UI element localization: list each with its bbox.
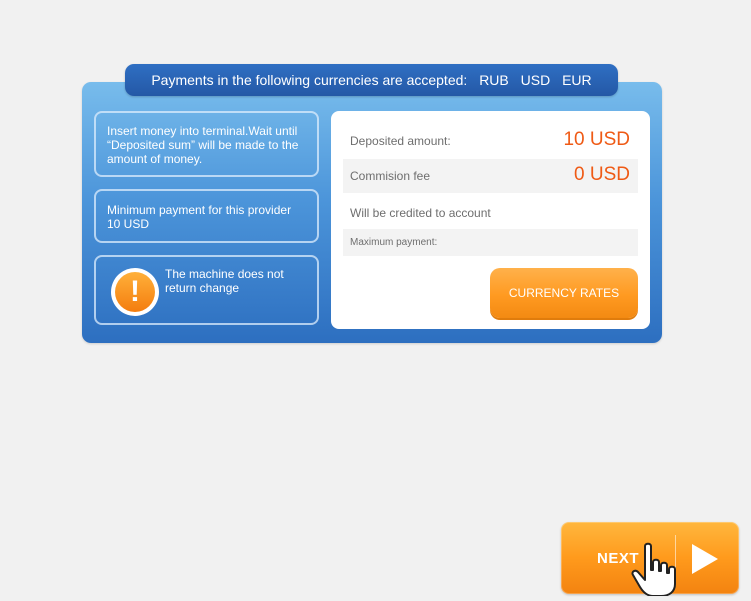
deposited-amount-label: Deposited amount: <box>350 134 451 148</box>
exclamation-warning-icon: ! <box>111 268 159 316</box>
deposited-amount-row: Deposited amount: 10 USD <box>343 123 638 159</box>
insert-money-text: Insert money into terminal.Wait until “D… <box>107 124 299 166</box>
insert-money-info: Insert money into terminal.Wait until “D… <box>94 111 319 177</box>
next-button[interactable]: NEXT <box>561 522 739 596</box>
no-change-text: The machine does not return change <box>165 267 284 295</box>
deposited-amount-value: 10 USD <box>563 129 630 150</box>
warning-glyph: ! <box>115 272 155 312</box>
payment-summary-card: Deposited amount: 10 USD Commision fee 0… <box>331 111 650 329</box>
minimum-payment-info: Minimum payment for this provider 10 USD <box>94 189 319 243</box>
currency-usd: USD <box>520 72 551 88</box>
pointing-hand-icon <box>631 542 676 596</box>
commission-fee-label: Commision fee <box>350 169 431 183</box>
maximum-payment-label: Maximum payment: <box>350 237 438 248</box>
no-change-info: ! The machine does not return change <box>94 255 319 325</box>
maximum-payment-row: Maximum payment: <box>343 229 638 256</box>
credited-row: Will be credited to account <box>343 196 638 226</box>
currency-rates-button[interactable]: CURRENCY RATES <box>490 268 638 318</box>
commission-fee-row: Commision fee 0 USD <box>343 159 638 193</box>
play-arrow-icon <box>692 544 718 574</box>
currency-rub: RUB <box>479 72 509 88</box>
minimum-payment-text: Minimum payment for this provider 10 USD <box>107 203 292 231</box>
currency-eur: EUR <box>562 72 592 88</box>
commission-fee-value: 0 USD <box>574 164 630 185</box>
accepted-currencies-banner: Payments in the following currencies are… <box>125 64 618 96</box>
credited-label: Will be credited to account <box>350 206 491 220</box>
banner-text: Payments in the following currencies are… <box>151 72 468 88</box>
